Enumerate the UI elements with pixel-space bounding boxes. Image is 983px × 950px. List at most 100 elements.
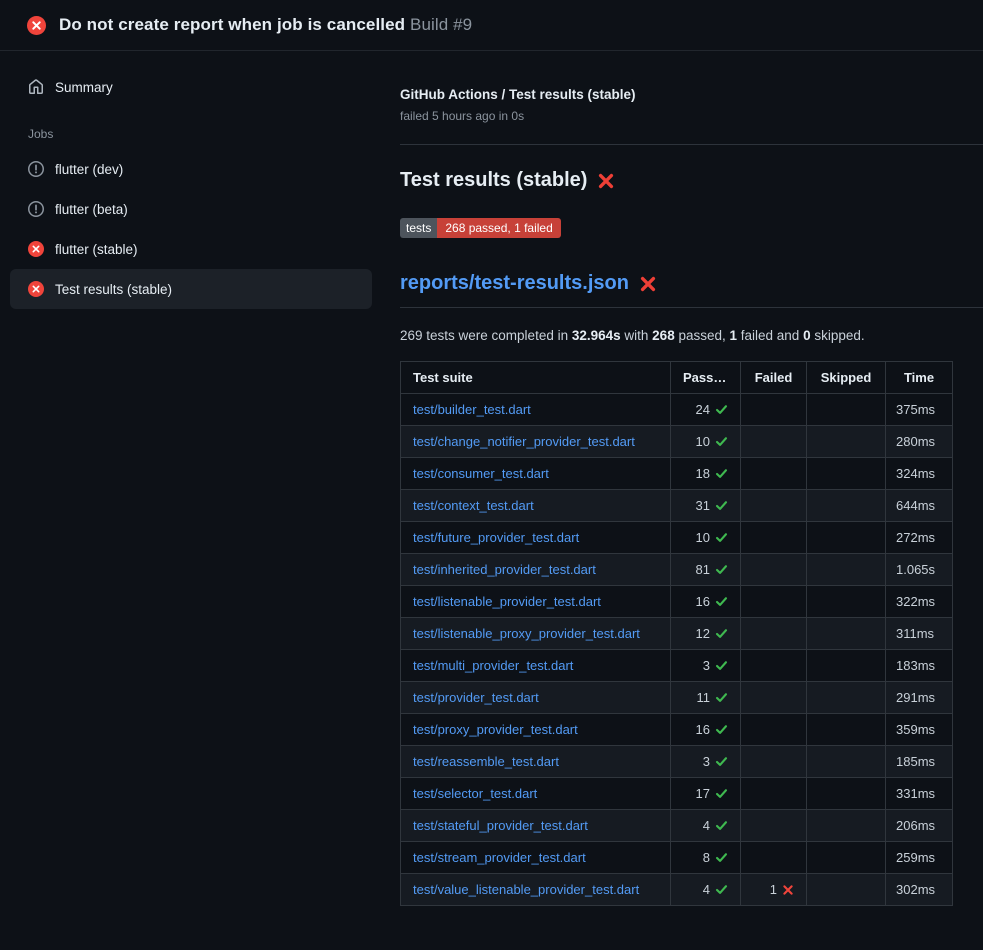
jobs-list: flutter (dev) flutter (beta) flutter (st… bbox=[10, 149, 372, 309]
passed-cell: 12 bbox=[671, 618, 741, 650]
cross-mark-icon bbox=[639, 275, 657, 293]
suite-link[interactable]: test/future_provider_test.dart bbox=[413, 530, 579, 545]
failed-cell bbox=[741, 458, 807, 490]
time-cell: 272ms bbox=[886, 522, 953, 554]
check-icon bbox=[715, 659, 728, 672]
cross-mark-icon bbox=[597, 172, 615, 190]
failed-cell bbox=[741, 618, 807, 650]
check-icon bbox=[715, 595, 728, 608]
check-icon bbox=[715, 691, 728, 704]
run-title: Do not create report when job is cancell… bbox=[59, 15, 405, 34]
passed-cell: 31 bbox=[671, 490, 741, 522]
failed-cell bbox=[741, 650, 807, 682]
sidebar-job-item[interactable]: flutter (beta) bbox=[10, 189, 372, 229]
suite-link[interactable]: test/multi_provider_test.dart bbox=[413, 658, 573, 673]
header: Do not create report when job is cancell… bbox=[0, 0, 983, 51]
skipped-cell bbox=[807, 650, 886, 682]
passed-cell: 11 bbox=[671, 682, 741, 714]
skipped-cell bbox=[807, 586, 886, 618]
failed-cell bbox=[741, 426, 807, 458]
time-cell: 644ms bbox=[886, 490, 953, 522]
time-cell: 331ms bbox=[886, 778, 953, 810]
suite-cell: test/builder_test.dart bbox=[401, 394, 671, 426]
suite-link[interactable]: test/listenable_provider_test.dart bbox=[413, 594, 601, 609]
table-row: test/provider_test.dart 11 291ms bbox=[401, 682, 953, 714]
job-label: flutter (stable) bbox=[55, 242, 138, 257]
skipped-cell bbox=[807, 874, 886, 906]
failed-cell bbox=[741, 778, 807, 810]
skipped-cell bbox=[807, 714, 886, 746]
skipped-cell bbox=[807, 426, 886, 458]
skipped-cell bbox=[807, 746, 886, 778]
failed-cell bbox=[741, 394, 807, 426]
skipped-cell bbox=[807, 490, 886, 522]
time-cell: 302ms bbox=[886, 874, 953, 906]
table-row: test/consumer_test.dart 18 324ms bbox=[401, 458, 953, 490]
skipped-cell bbox=[807, 778, 886, 810]
check-icon bbox=[715, 435, 728, 448]
job-label: flutter (dev) bbox=[55, 162, 123, 177]
suite-cell: test/proxy_provider_test.dart bbox=[401, 714, 671, 746]
sidebar-summary-label: Summary bbox=[55, 80, 113, 95]
summary-skipped: 0 bbox=[803, 328, 811, 343]
x-circle-icon bbox=[28, 281, 44, 297]
suite-cell: test/listenable_proxy_provider_test.dart bbox=[401, 618, 671, 650]
suite-link[interactable]: test/stateful_provider_test.dart bbox=[413, 818, 588, 833]
report-link[interactable]: reports/test-results.json bbox=[400, 272, 629, 295]
passed-cell: 16 bbox=[671, 714, 741, 746]
table-row: test/stateful_provider_test.dart 4 206ms bbox=[401, 810, 953, 842]
suite-link[interactable]: test/selector_test.dart bbox=[413, 786, 537, 801]
time-cell: 185ms bbox=[886, 746, 953, 778]
suite-link[interactable]: test/stream_provider_test.dart bbox=[413, 850, 586, 865]
suite-cell: test/listenable_provider_test.dart bbox=[401, 586, 671, 618]
suite-link[interactable]: test/context_test.dart bbox=[413, 498, 534, 513]
passed-cell: 24 bbox=[671, 394, 741, 426]
suite-cell: test/inherited_provider_test.dart bbox=[401, 554, 671, 586]
suite-link[interactable]: test/consumer_test.dart bbox=[413, 466, 549, 481]
failed-cell bbox=[741, 682, 807, 714]
suite-link[interactable]: test/value_listenable_provider_test.dart bbox=[413, 882, 639, 897]
suite-link[interactable]: test/listenable_proxy_provider_test.dart bbox=[413, 626, 640, 641]
suite-link[interactable]: test/reassemble_test.dart bbox=[413, 754, 559, 769]
table-row: test/context_test.dart 31 644ms bbox=[401, 490, 953, 522]
page-title: Do not create report when job is cancell… bbox=[59, 15, 472, 35]
sidebar-job-item[interactable]: flutter (dev) bbox=[10, 149, 372, 189]
time-cell: 259ms bbox=[886, 842, 953, 874]
header-skipped: Skipped bbox=[807, 362, 886, 394]
suite-cell: test/stateful_provider_test.dart bbox=[401, 810, 671, 842]
table-row: test/reassemble_test.dart 3 185ms bbox=[401, 746, 953, 778]
suite-link[interactable]: test/change_notifier_provider_test.dart bbox=[413, 434, 635, 449]
failed-cell bbox=[741, 746, 807, 778]
passed-cell: 3 bbox=[671, 746, 741, 778]
header-failed: Failed bbox=[741, 362, 807, 394]
suite-link[interactable]: test/provider_test.dart bbox=[413, 690, 539, 705]
suite-cell: test/consumer_test.dart bbox=[401, 458, 671, 490]
table-row: test/builder_test.dart 24 375ms bbox=[401, 394, 953, 426]
sidebar-item-summary[interactable]: Summary bbox=[10, 67, 372, 107]
failed-cell bbox=[741, 586, 807, 618]
table-row: test/listenable_provider_test.dart 16 32… bbox=[401, 586, 953, 618]
table-row: test/inherited_provider_test.dart 81 1.0… bbox=[401, 554, 953, 586]
sidebar-job-item[interactable]: Test results (stable) bbox=[10, 269, 372, 309]
x-circle-icon bbox=[28, 241, 44, 257]
header-test-suite: Test suite bbox=[401, 362, 671, 394]
breadcrumb: GitHub Actions / Test results (stable) bbox=[400, 87, 983, 102]
passed-cell: 3 bbox=[671, 650, 741, 682]
check-icon bbox=[715, 883, 728, 896]
sidebar: Summary Jobs flutter (dev) flutter (beta… bbox=[0, 51, 380, 309]
suite-cell: test/provider_test.dart bbox=[401, 682, 671, 714]
failed-cell bbox=[741, 842, 807, 874]
suite-link[interactable]: test/builder_test.dart bbox=[413, 402, 531, 417]
sidebar-job-item[interactable]: flutter (stable) bbox=[10, 229, 372, 269]
table-row: test/stream_provider_test.dart 8 259ms bbox=[401, 842, 953, 874]
summary-line: 269 tests were completed in 32.964s with… bbox=[400, 328, 983, 343]
passed-cell: 10 bbox=[671, 522, 741, 554]
suite-link[interactable]: test/proxy_provider_test.dart bbox=[413, 722, 578, 737]
table-row: test/proxy_provider_test.dart 16 359ms bbox=[401, 714, 953, 746]
time-cell: 359ms bbox=[886, 714, 953, 746]
suite-link[interactable]: test/inherited_provider_test.dart bbox=[413, 562, 596, 577]
time-cell: 280ms bbox=[886, 426, 953, 458]
jobs-section-label: Jobs bbox=[28, 127, 372, 141]
home-icon bbox=[28, 79, 44, 95]
passed-cell: 10 bbox=[671, 426, 741, 458]
